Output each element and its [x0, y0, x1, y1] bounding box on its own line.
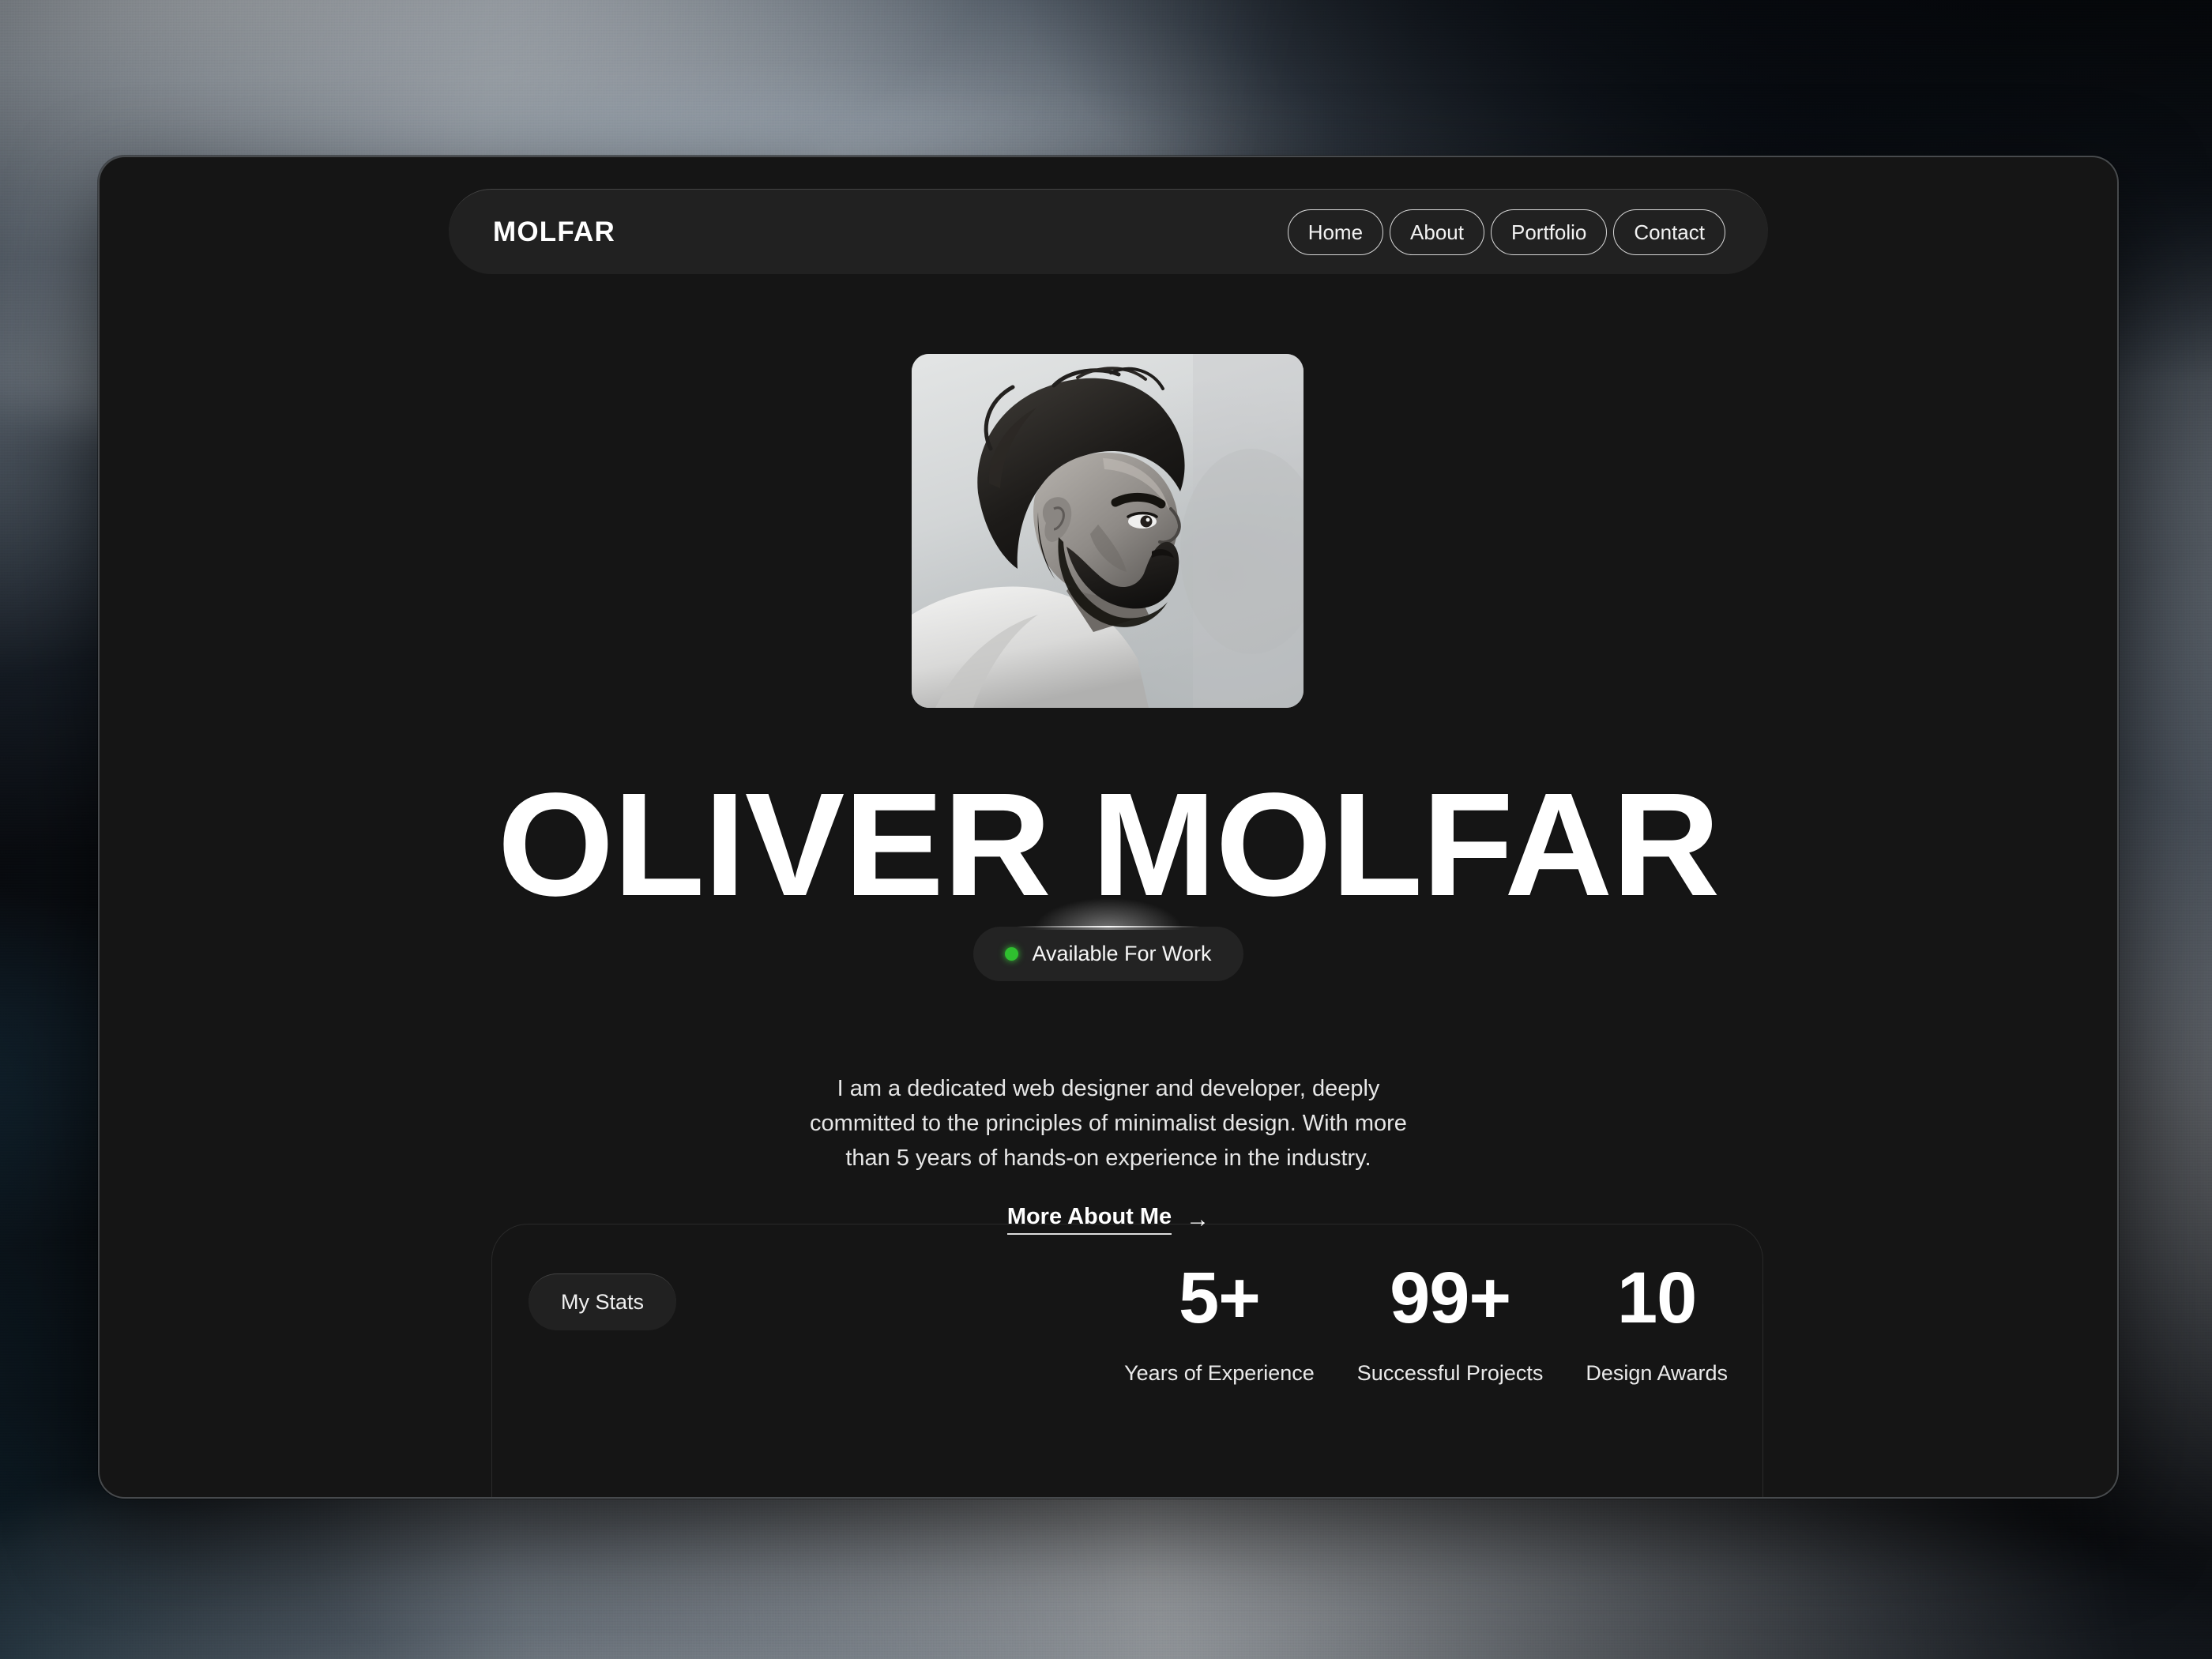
intro-description: I am a dedicated web designer and develo… [810, 1076, 1407, 1172]
stat-item-successful-projects: 99+ Successful Projects [1356, 1258, 1544, 1386]
status-badge-label: Available For Work [1032, 942, 1212, 965]
nav-item-portfolio[interactable]: Portfolio [1491, 209, 1608, 255]
availability-badge-wrapper: Available For Work [100, 886, 2117, 981]
stats-panel: My Stats 5+ Years of Experience 99+ Succ… [491, 1224, 1763, 1497]
stat-value: 5+ [1179, 1258, 1261, 1338]
stat-label: Successful Projects [1356, 1360, 1544, 1385]
profile-portrait-image [912, 354, 1304, 708]
nav-item-home[interactable]: Home [1287, 209, 1384, 255]
main-navigation: Home About Portfolio Contact [1287, 209, 1725, 255]
stat-item-design-awards: 10 Design Awards [1586, 1258, 1728, 1386]
site-header: MOLFAR Home About Portfolio Contact [449, 189, 1768, 274]
stat-item-years-of-experience: 5+ Years of Experience [1124, 1258, 1315, 1386]
page-title: OLIVER MOLFAR [497, 763, 1721, 927]
status-badge: Available For Work [973, 886, 1243, 981]
brand-logo[interactable]: MOLFAR [493, 216, 615, 248]
stat-value: 99+ [1390, 1258, 1511, 1338]
stats-list: 5+ Years of Experience 99+ Successful Pr… [1124, 1258, 1728, 1386]
hero-card: MOLFAR Home About Portfolio Contact OLIV… [98, 156, 2119, 1499]
stat-label: Years of Experience [1124, 1360, 1315, 1385]
status-dot-icon [1005, 947, 1019, 961]
stat-value: 10 [1617, 1258, 1697, 1338]
my-stats-button[interactable]: My Stats [529, 1273, 677, 1330]
nav-item-contact[interactable]: Contact [1613, 209, 1725, 255]
stat-label: Design Awards [1586, 1360, 1728, 1385]
nav-item-about[interactable]: About [1390, 209, 1484, 255]
